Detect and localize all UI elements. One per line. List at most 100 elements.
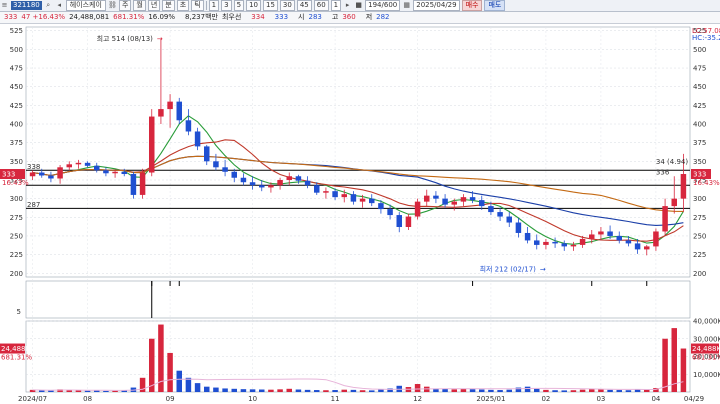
minute-3[interactable]: 3 bbox=[221, 0, 232, 11]
candle-body bbox=[561, 243, 567, 247]
volume-bar bbox=[378, 389, 384, 392]
low-annotation: 최저 212 (02/17) bbox=[480, 265, 537, 274]
support-line-label: 338 bbox=[27, 163, 40, 171]
current-price: 333 bbox=[4, 13, 18, 21]
candle-body bbox=[634, 243, 641, 250]
moving-average-line bbox=[32, 155, 684, 212]
candle-body bbox=[268, 185, 274, 188]
candle-body bbox=[469, 197, 476, 201]
minute-15[interactable]: 15 bbox=[262, 0, 278, 11]
volume-tick: 30,000K bbox=[693, 335, 720, 343]
candle-body bbox=[625, 240, 632, 244]
candle-body bbox=[671, 198, 677, 207]
calendar-icon[interactable]: ▦ bbox=[402, 1, 411, 10]
volume-bar bbox=[268, 389, 274, 392]
moving-average-line bbox=[32, 139, 684, 242]
volume-bar bbox=[561, 390, 567, 392]
minute-30[interactable]: 30 bbox=[279, 0, 295, 11]
volume-bar bbox=[515, 387, 522, 392]
volume-bar bbox=[579, 389, 586, 392]
candle-body bbox=[39, 172, 45, 176]
turnover: 16.09% bbox=[148, 13, 176, 21]
price-tick-right: 300 bbox=[693, 195, 706, 203]
minute-10[interactable]: 10 bbox=[246, 0, 261, 11]
current-price-marker-left bbox=[0, 169, 25, 180]
count-field[interactable]: 194/600 bbox=[365, 0, 401, 11]
volume-bar bbox=[314, 390, 320, 392]
candle-body bbox=[644, 246, 650, 250]
separator bbox=[205, 1, 207, 10]
volume-bar bbox=[616, 390, 622, 392]
candle-body bbox=[616, 235, 622, 241]
stop-icon[interactable]: ■ bbox=[354, 1, 363, 10]
period-year[interactable]: 년 bbox=[147, 0, 161, 11]
volume-bar bbox=[194, 383, 201, 392]
high-value: 360 bbox=[342, 13, 356, 21]
candle-body bbox=[460, 197, 467, 202]
stock-name[interactable]: 헤이스케이 bbox=[65, 0, 106, 11]
volume-bar bbox=[213, 387, 219, 392]
candle-body bbox=[84, 162, 91, 166]
minute-45[interactable]: 45 bbox=[296, 0, 312, 11]
candle-body bbox=[543, 241, 549, 245]
high-arrow-icon: → bbox=[157, 35, 163, 43]
volume-bar bbox=[589, 389, 595, 392]
period-minute[interactable]: 분 bbox=[162, 0, 175, 11]
price-tick-left: 525 bbox=[10, 27, 23, 35]
minute-1[interactable]: 1 bbox=[208, 0, 220, 11]
prev-icon[interactable]: ◂ bbox=[55, 1, 64, 10]
candle-body bbox=[570, 244, 577, 247]
search-icon[interactable]: ⌕ bbox=[44, 1, 53, 10]
volume-bar bbox=[204, 386, 210, 392]
candle-body bbox=[378, 203, 384, 210]
minute-60[interactable]: 60 bbox=[313, 0, 329, 11]
date-tick: 11 bbox=[331, 395, 340, 403]
period-tick[interactable]: 틱 bbox=[191, 0, 204, 11]
link-icon[interactable]: ⛓ bbox=[108, 1, 117, 10]
price-tick-left: 450 bbox=[10, 83, 23, 91]
volume-bar bbox=[469, 389, 476, 392]
price-tick-left: 325 bbox=[10, 176, 23, 184]
volume-label-left: 24,488K bbox=[1, 345, 30, 353]
spinner-icon[interactable]: ▸ bbox=[343, 1, 352, 10]
candle-body bbox=[524, 232, 531, 241]
buy-button[interactable]: 매수 bbox=[461, 0, 483, 11]
menu-icon[interactable]: ≡ bbox=[0, 1, 9, 10]
stock-code-input[interactable]: 321180 bbox=[11, 1, 42, 10]
period-month[interactable]: 월 bbox=[133, 0, 146, 11]
volume-bar bbox=[359, 390, 366, 392]
low-arrow-icon: → bbox=[540, 266, 546, 274]
volume-bar bbox=[286, 388, 292, 392]
volume-bar bbox=[112, 390, 118, 392]
candle-body bbox=[396, 215, 402, 227]
candle-body bbox=[249, 182, 256, 186]
volume-tick: 10,000K bbox=[693, 371, 720, 379]
date-tick: 08 bbox=[83, 395, 92, 403]
period-second[interactable]: 초 bbox=[176, 0, 190, 11]
volume-marker-left bbox=[0, 343, 25, 354]
minute-5[interactable]: 5 bbox=[233, 0, 245, 11]
high-label: 고 bbox=[331, 13, 339, 21]
unit-input[interactable]: 1 bbox=[330, 0, 342, 11]
candle-body bbox=[240, 177, 247, 183]
volume-bar bbox=[94, 390, 100, 392]
stock-chart[interactable]: 525 525 500 500 475 475 450 450 425 425 400 400 375 3… bbox=[0, 0, 720, 404]
volume-bar bbox=[644, 389, 650, 392]
volume-bar bbox=[304, 389, 311, 392]
candle-body bbox=[194, 131, 201, 147]
candle-body bbox=[112, 171, 118, 174]
volume-value: 24,488,081 bbox=[69, 13, 110, 21]
price-tick-right: 275 bbox=[693, 214, 706, 222]
candle-body bbox=[598, 231, 604, 235]
low-value: 282 bbox=[376, 13, 390, 21]
volume-bar bbox=[451, 389, 457, 392]
candle-body bbox=[204, 146, 210, 162]
volume-bar bbox=[506, 389, 512, 392]
sell-button[interactable]: 매도 bbox=[484, 0, 506, 11]
candle-body bbox=[286, 176, 292, 180]
candle-body bbox=[222, 167, 228, 172]
period-week[interactable]: 주 bbox=[118, 0, 132, 11]
current-price-marker-right bbox=[691, 169, 711, 180]
date-field[interactable]: 2025/04/29 bbox=[413, 0, 460, 11]
volume-bar bbox=[341, 389, 347, 392]
